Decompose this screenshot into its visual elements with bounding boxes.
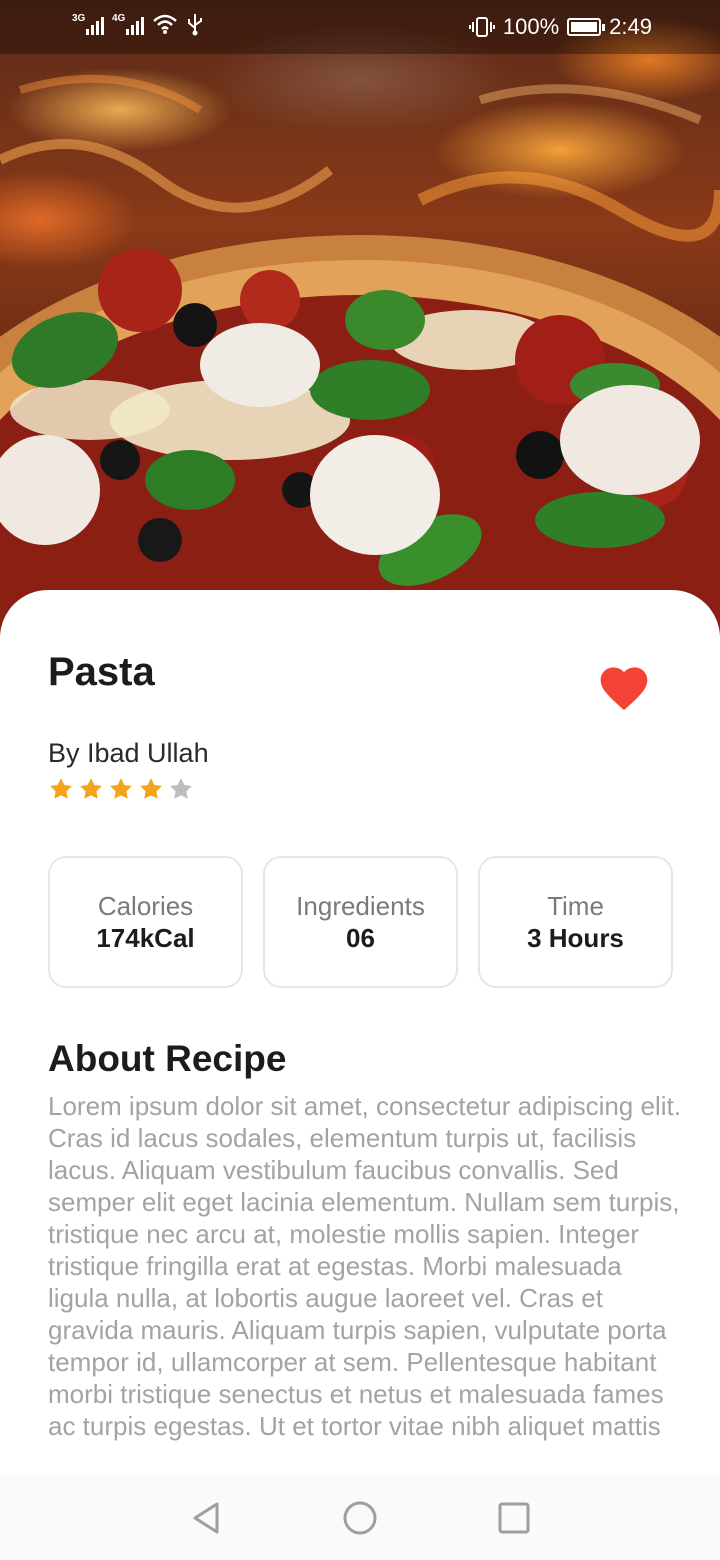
recipe-title: Pasta <box>48 650 155 694</box>
square-recents-icon <box>498 1502 530 1534</box>
recipe-stats: Calories 174kCal Ingredients 06 Time 3 H… <box>48 856 673 988</box>
stat-value: 174kCal <box>96 923 195 953</box>
recipe-detail-card: Pasta By Ibad Ullah Calories 174kCal Ing… <box>0 590 720 1560</box>
favorite-heart-icon[interactable] <box>596 660 652 712</box>
about-recipe-heading: About Recipe <box>48 1038 287 1079</box>
status-bar-right: 100% 2:49 <box>468 14 652 40</box>
stat-label: Ingredients <box>296 891 425 921</box>
triangle-back-icon <box>193 1502 219 1534</box>
star-filled-icon <box>110 778 132 799</box>
star-empty-icon <box>170 778 192 799</box>
status-bar-left: 3G 4G <box>72 12 204 36</box>
stat-card-time: Time 3 Hours <box>478 856 673 988</box>
battery-icon <box>567 18 606 36</box>
nav-back-button[interactable] <box>184 1496 228 1540</box>
status-bar: 3G 4G 100% 2:49 <box>0 0 720 54</box>
star-filled-icon <box>50 778 72 799</box>
stat-card-calories: Calories 174kCal <box>48 856 243 988</box>
cellular-signal-icon-2: 4G <box>112 13 144 35</box>
pizza-illustration <box>0 74 720 640</box>
nav-home-button[interactable] <box>338 1496 382 1540</box>
nav-recents-button[interactable] <box>492 1496 536 1540</box>
stat-value: 06 <box>346 923 375 953</box>
stat-card-ingredients: Ingredients 06 <box>263 856 458 988</box>
usb-icon <box>188 14 202 36</box>
recipe-author: By Ibad Ullah <box>48 738 209 768</box>
circle-home-icon <box>343 1501 377 1535</box>
network-type-1: 3G <box>72 13 86 24</box>
cellular-signal-icon: 3G <box>72 13 104 35</box>
star-filled-icon <box>80 778 102 799</box>
star-rating <box>48 776 194 802</box>
hero-image <box>0 0 720 640</box>
about-recipe-text: Lorem ipsum dolor sit amet, consectetur … <box>48 1091 681 1441</box>
star-filled-icon <box>140 778 162 799</box>
battery-percent: 100% <box>502 14 560 39</box>
stat-value: 3 Hours <box>527 923 624 953</box>
wifi-icon <box>153 14 177 34</box>
system-nav-bar <box>0 1476 720 1560</box>
stat-label: Time <box>547 891 604 921</box>
vibrate-icon <box>468 17 495 37</box>
network-type-2: 4G <box>112 13 126 24</box>
stat-label: Calories <box>97 891 194 921</box>
clock-time: 2:49 <box>609 14 652 39</box>
